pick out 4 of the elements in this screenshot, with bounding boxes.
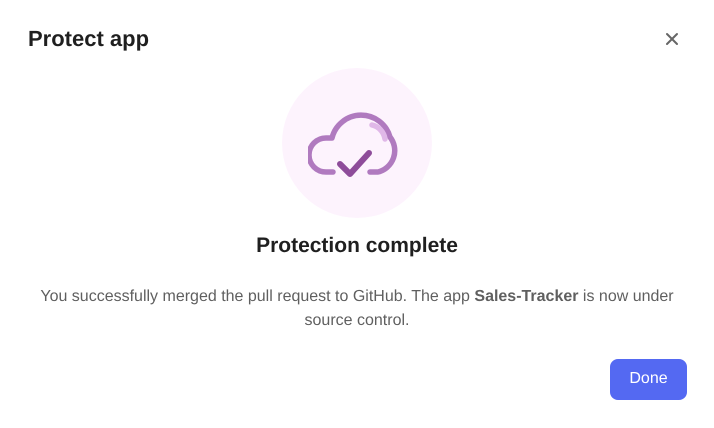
status-heading: Protection complete	[255, 233, 459, 259]
status-message: You successfully merged the pull request to GitHub. The app Sales-Tracker is now under source control.	[39, 286, 675, 330]
dialog-title: Protect app	[28, 25, 150, 53]
done-button[interactable]: Done	[610, 358, 687, 400]
